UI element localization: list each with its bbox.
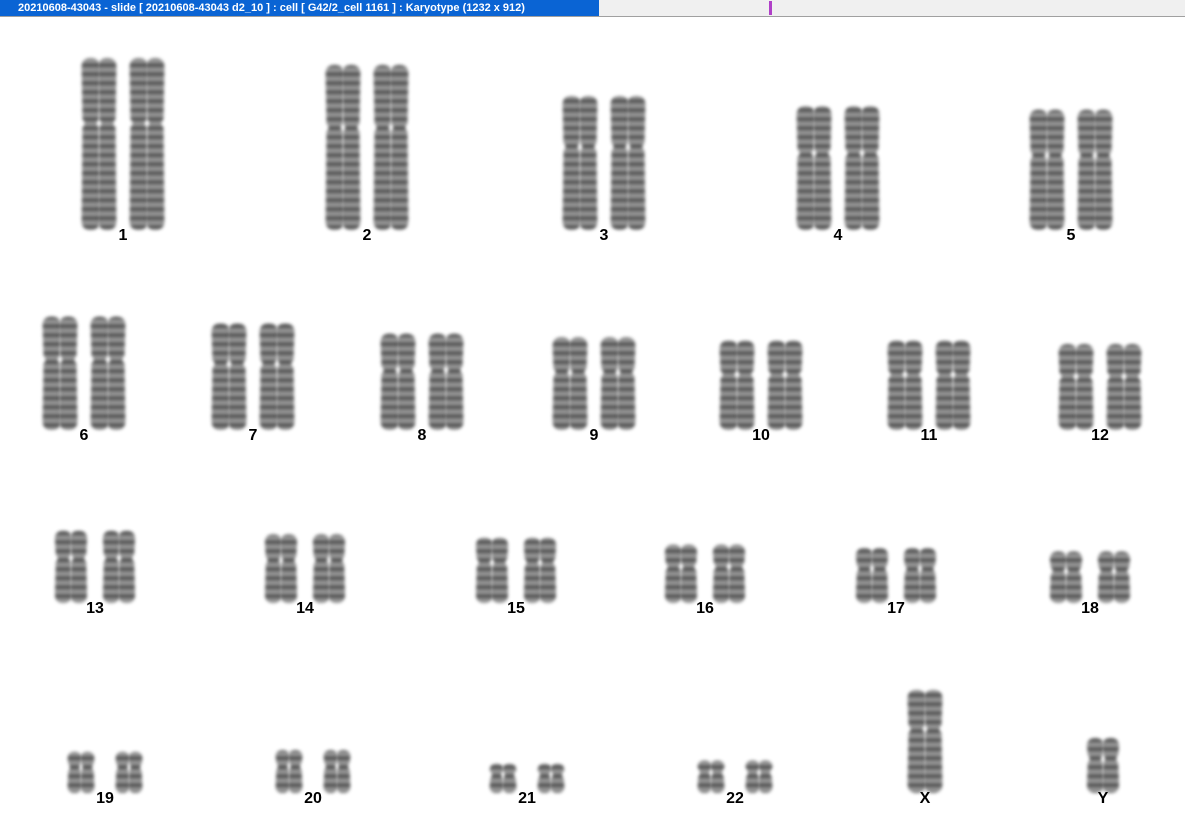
- chromosome-3-2: [610, 95, 646, 230]
- chromosome-18-1: [1049, 551, 1083, 603]
- chromosome-4-2: [844, 106, 880, 230]
- chromosome-label-10: 10: [752, 427, 770, 444]
- chromosome-label-22: 22: [726, 790, 744, 807]
- chromosome-label-11: 11: [921, 427, 938, 444]
- chromosome-6-2: [90, 316, 126, 430]
- chromosome-5-1: [1029, 109, 1065, 230]
- chromosome-15-1: [475, 537, 509, 603]
- chromosome-22-2: [745, 760, 773, 793]
- chromosome-pair-y: Y: [1086, 737, 1120, 807]
- chromosome-17-2: [903, 547, 937, 603]
- chromosome-pair-3: 3: [562, 95, 646, 244]
- chromosome-17-1: [855, 547, 889, 603]
- chromosome-18-2: [1097, 551, 1131, 603]
- chromosome-5-2: [1077, 109, 1113, 230]
- chromosome-10-2: [767, 340, 803, 430]
- chromosome-pair-22: 22: [697, 760, 773, 807]
- chromosome-pair-16: 16: [664, 544, 746, 617]
- chromosome-4-1: [796, 106, 832, 230]
- chromosome-label-3: 3: [600, 227, 609, 244]
- chromosome-y-1: [1086, 737, 1120, 793]
- chromosome-label-18: 18: [1081, 600, 1099, 617]
- chromosome-pair-10: 10: [719, 340, 803, 444]
- chromosome-7-1: [211, 323, 247, 430]
- chromosome-pair-14: 14: [264, 534, 346, 617]
- chromosome-label-19: 19: [96, 790, 114, 807]
- chromosome-label-12: 12: [1091, 427, 1109, 444]
- chromosome-pair-11: 11: [887, 340, 971, 444]
- chromosome-7-2: [259, 323, 295, 430]
- chromosome-pair-4: 4: [796, 106, 880, 244]
- chromosome-1-2: [129, 58, 165, 230]
- chromosome-pair-x: X: [907, 689, 943, 807]
- chromosome-8-2: [428, 333, 464, 430]
- chromosome-label-4: 4: [834, 227, 843, 244]
- chromosome-label-17: 17: [887, 600, 905, 617]
- chromosome-label-13: 13: [86, 600, 104, 617]
- chromosome-12-2: [1106, 344, 1142, 430]
- chromosome-22-1: [697, 760, 725, 793]
- chromosome-pair-8: 8: [380, 333, 464, 444]
- chromosome-16-1: [664, 544, 698, 603]
- chromosome-14-2: [312, 534, 346, 603]
- chromosome-label-15: 15: [507, 600, 525, 617]
- chromosome-pair-17: 17: [855, 547, 937, 617]
- chromosome-11-2: [935, 340, 971, 430]
- chromosome-label-20: 20: [304, 790, 322, 807]
- chromosome-19-2: [115, 751, 143, 793]
- chromosome-10-1: [719, 340, 755, 430]
- chromosome-20-2: [323, 750, 351, 793]
- chromosome-pair-9: 9: [552, 337, 636, 444]
- title-bar-marker: [769, 1, 772, 15]
- chromosome-pair-19: 19: [67, 751, 143, 807]
- chromosome-label-7: 7: [249, 427, 258, 444]
- chromosome-15-2: [523, 537, 557, 603]
- chromosome-pair-1: 1: [81, 58, 165, 244]
- chromosome-8-1: [380, 333, 416, 430]
- window-title: 20210608-43043 - slide [ 20210608-43043 …: [0, 0, 599, 16]
- chromosome-14-1: [264, 534, 298, 603]
- chromosome-pair-18: 18: [1049, 551, 1131, 617]
- chromosome-label-6: 6: [80, 427, 89, 444]
- chromosome-pair-13: 13: [54, 530, 136, 617]
- chromosome-pair-7: 7: [211, 323, 295, 444]
- chromosome-2-2: [373, 64, 409, 230]
- chromosome-label-14: 14: [296, 600, 314, 617]
- chromosome-label-2: 2: [363, 227, 372, 244]
- chromosome-pair-15: 15: [475, 537, 557, 617]
- chromosome-label-9: 9: [590, 427, 599, 444]
- chromosome-9-2: [600, 337, 636, 430]
- chromosome-6-1: [42, 316, 78, 430]
- chromosome-12-1: [1058, 344, 1094, 430]
- chromosome-9-1: [552, 337, 588, 430]
- chromosome-pair-5: 5: [1029, 109, 1113, 244]
- chromosome-label-21: 21: [518, 790, 536, 807]
- chromosome-pair-20: 20: [275, 750, 351, 807]
- chromosome-pair-21: 21: [489, 763, 565, 807]
- chromosome-pair-6: 6: [42, 316, 126, 444]
- chromosome-label-1: 1: [119, 227, 128, 244]
- chromosome-pair-2: 2: [325, 64, 409, 244]
- window-title-bar: 20210608-43043 - slide [ 20210608-43043 …: [0, 0, 1185, 17]
- chromosome-16-2: [712, 544, 746, 603]
- chromosome-21-2: [537, 763, 565, 793]
- chromosome-label-x: X: [920, 790, 931, 807]
- karyotype-panel: 1 2 3 4 56 7 8 9 10 11 1213 14 15 16 17 1819 20 21 22 X Y: [42, 58, 1142, 807]
- chromosome-pair-12: 12: [1058, 344, 1142, 444]
- chromosome-19-1: [67, 751, 95, 793]
- chromosome-x-1: [907, 689, 943, 793]
- chromosome-13-2: [102, 530, 136, 603]
- chromosome-label-5: 5: [1067, 227, 1076, 244]
- chromosome-20-1: [275, 750, 303, 793]
- chromosome-21-1: [489, 763, 517, 793]
- chromosome-2-1: [325, 64, 361, 230]
- chromosome-label-y: Y: [1098, 790, 1109, 807]
- chromosome-3-1: [562, 95, 598, 230]
- chromosome-label-16: 16: [696, 600, 714, 617]
- chromosome-13-1: [54, 530, 88, 603]
- chromosome-11-1: [887, 340, 923, 430]
- chromosome-1-1: [81, 58, 117, 230]
- chromosome-label-8: 8: [418, 427, 427, 444]
